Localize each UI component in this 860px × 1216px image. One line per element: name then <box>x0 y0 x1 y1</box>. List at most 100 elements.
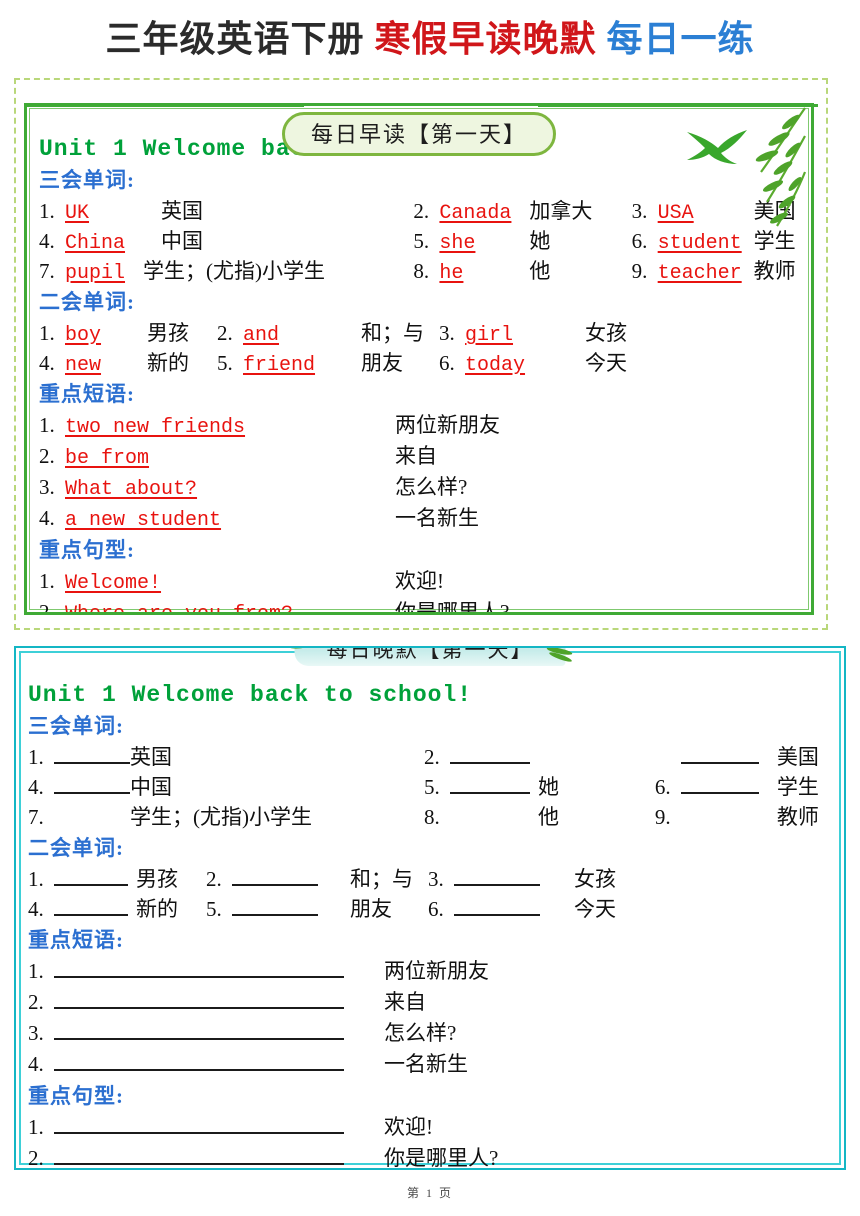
word-english: friend <box>243 354 316 377</box>
answer-blank[interactable] <box>54 743 130 764</box>
blank-number: 3. <box>428 867 444 891</box>
blank-chinese: 他 <box>538 805 560 829</box>
blank-cell: 6. 今天 <box>428 893 628 923</box>
blank-cell: 6. 学生 <box>655 771 834 801</box>
answer-blank[interactable] <box>54 895 128 916</box>
blank-cell: 2. <box>424 743 655 770</box>
word-number: 5. <box>413 229 430 253</box>
evening-label-sentences: 重点句型: <box>28 1084 124 1108</box>
answer-blank[interactable] <box>54 988 344 1009</box>
answer-blank[interactable] <box>232 895 318 916</box>
sentence-english: Where are you from? <box>65 603 294 615</box>
word-cell: 1. UK 英国 <box>39 195 413 225</box>
blank-number: 5. <box>424 775 440 799</box>
evening-label-three-skill: 三会单词: <box>28 714 124 738</box>
word-number: 4. <box>39 229 55 253</box>
blank-row: 4. 新的 5. 朋友 6. 今天 <box>28 893 834 923</box>
word-english: girl <box>465 324 514 347</box>
phrase-blank-row: 2. 来自 <box>28 986 834 1017</box>
answer-blank[interactable] <box>54 1144 344 1165</box>
word-number: 5. <box>217 351 233 375</box>
evening-badge: 每日晚默【第一天】 <box>289 648 573 670</box>
word-chinese: 新的 <box>147 351 189 375</box>
page-title: 三年级英语下册 寒假早读晚默 每日一练 <box>0 0 860 59</box>
blank-cell: 9. 教师 <box>655 801 834 831</box>
sentence-row: 1. Welcome! 欢迎! <box>39 565 801 596</box>
blank-number: 5. <box>206 897 222 921</box>
word-chinese: 今天 <box>585 351 627 375</box>
blank-number: 4. <box>28 897 44 921</box>
answer-blank[interactable] <box>54 805 130 824</box>
word-chinese: 学生；(尤指)小学生 <box>143 259 325 283</box>
word-chinese: 加拿大 <box>529 199 593 223</box>
answer-blank[interactable] <box>450 743 531 764</box>
answer-blank[interactable] <box>232 865 318 886</box>
answer-blank[interactable] <box>54 1113 344 1134</box>
word-english: UK <box>65 202 90 225</box>
sentence-number: 1. <box>28 1115 44 1139</box>
evening-label-phrases: 重点短语: <box>28 928 124 952</box>
word-english: she <box>439 232 476 255</box>
blank-number: 8. <box>424 805 440 829</box>
phrase-number: 4. <box>28 1052 44 1076</box>
blank-chinese: 美国 <box>776 745 819 769</box>
morning-badge: 每日早读【第一天】 <box>281 112 557 156</box>
badge-rule-left <box>24 104 304 107</box>
blank-chinese: 女孩 <box>574 867 616 891</box>
blank-chinese: 朋友 <box>350 897 392 921</box>
word-english: pupil <box>65 262 126 285</box>
answer-blank[interactable] <box>54 1050 344 1071</box>
phrase-number: 1. <box>39 413 55 437</box>
blank-cell: 2. 和；与 <box>206 863 428 893</box>
blank-number: 2. <box>424 745 440 769</box>
sentence-number: 2. <box>39 600 55 615</box>
phrase-chinese: 怎么样? <box>395 475 468 499</box>
phrase-number: 2. <box>39 444 55 468</box>
answer-blank[interactable] <box>54 773 130 794</box>
blank-chinese: 她 <box>538 775 560 799</box>
sentence-chinese: 你是哪里人? <box>384 1146 499 1170</box>
morning-reading-section: 每日早读【第一天】 Unit 1 Welcome back to school!… <box>14 78 828 630</box>
answer-blank[interactable] <box>54 1019 344 1040</box>
blank-cell: 5. 她 <box>424 771 655 801</box>
phrase-blank-row: 3. 怎么样? <box>28 1017 834 1048</box>
evening-content: Unit 1 Welcome back to school! 三会单词: 1. 英… <box>28 682 834 1170</box>
answer-blank[interactable] <box>54 957 344 978</box>
sentence-english: Welcome! <box>65 572 162 595</box>
phrase-chinese: 两位新朋友 <box>384 959 489 983</box>
page-title-part2: 寒假早读晚默 <box>374 19 597 59</box>
sentence-blank-row: 2. 你是哪里人? <box>28 1142 834 1170</box>
answer-blank[interactable] <box>450 773 531 794</box>
blank-row: 7. 学生；(尤指)小学生 8. 他 9. 教师 <box>28 801 834 831</box>
word-chinese: 女孩 <box>585 321 627 345</box>
blank-cell: 7. 学生；(尤指)小学生 <box>28 801 424 831</box>
answer-blank[interactable] <box>680 773 759 794</box>
word-number: 1. <box>39 321 55 345</box>
word-cell: 7. pupil 学生；(尤指)小学生 <box>39 255 413 285</box>
phrase-chinese: 一名新生 <box>395 506 479 530</box>
answer-blank[interactable] <box>450 805 530 824</box>
page-title-part3: 每日一练 <box>606 19 755 59</box>
blank-chinese: 和；与 <box>350 867 413 891</box>
blank-number: 1. <box>28 745 44 769</box>
word-chinese: 她 <box>529 229 551 253</box>
answer-blank[interactable] <box>680 743 759 764</box>
word-number: 3. <box>631 199 648 223</box>
sentence-chinese: 欢迎! <box>384 1115 433 1139</box>
word-english: boy <box>65 324 102 347</box>
phrase-english: two new friends <box>65 416 246 439</box>
phrase-number: 2. <box>28 990 44 1014</box>
answer-blank[interactable] <box>54 865 128 886</box>
answer-blank[interactable] <box>454 865 540 886</box>
sentence-chinese: 你是哪里人? <box>395 600 510 615</box>
phrase-number: 3. <box>28 1021 44 1045</box>
answer-blank[interactable] <box>454 895 540 916</box>
page-footer: 第 1 页 <box>406 1186 453 1200</box>
word-english: Canada <box>439 202 512 225</box>
phrase-blank-row: 1. 两位新朋友 <box>28 955 834 986</box>
answer-blank[interactable] <box>681 805 759 824</box>
word-cell: 8. he 他 <box>413 255 631 285</box>
morning-label-sentences: 重点句型: <box>39 538 135 562</box>
sentence-blank-row: 1. 欢迎! <box>28 1111 834 1142</box>
blank-chinese: 中国 <box>130 775 172 799</box>
